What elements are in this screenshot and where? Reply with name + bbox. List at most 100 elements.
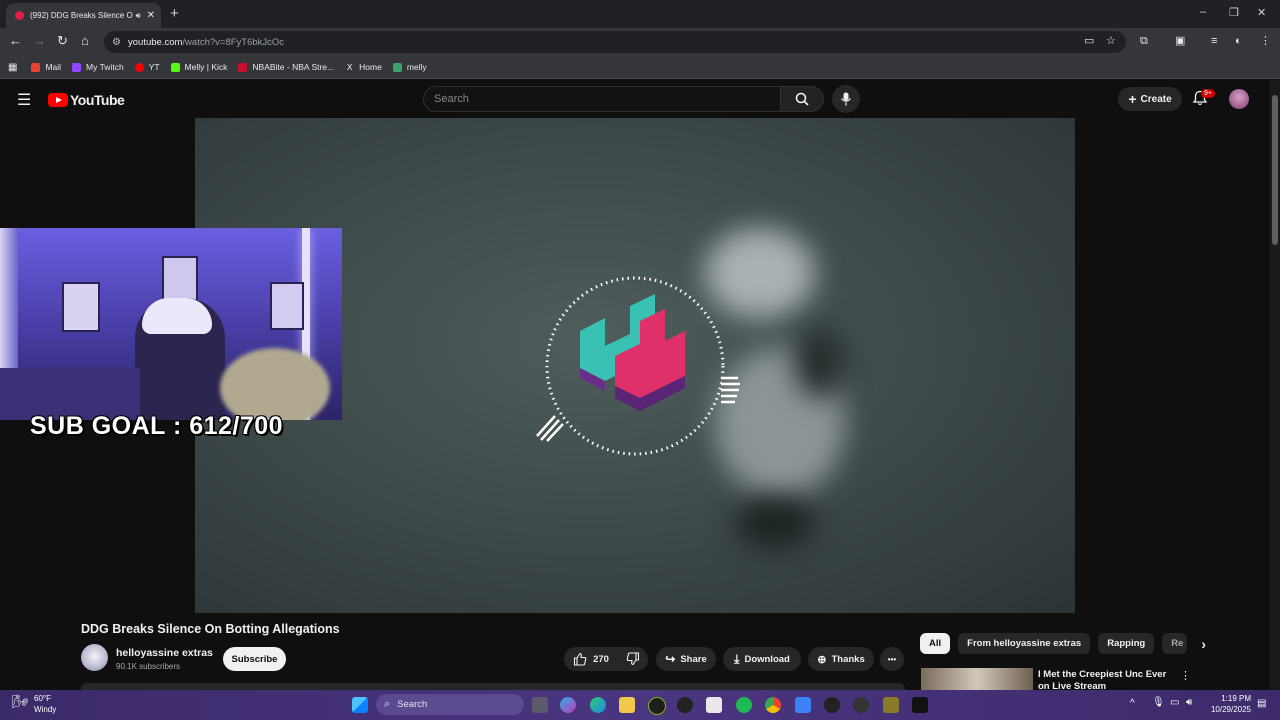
bookmark-label: YT: [148, 62, 160, 72]
chip-rapping[interactable]: Rapping: [1098, 633, 1155, 654]
game-app-icon[interactable]: [883, 697, 899, 713]
channel-avatar[interactable]: [81, 644, 108, 671]
edge-icon[interactable]: [590, 697, 606, 713]
chip-partial[interactable]: Re: [1162, 633, 1188, 654]
window-close-button[interactable]: ✕: [1257, 6, 1266, 19]
url-domain: youtube.com: [128, 36, 183, 48]
windows-start-icon[interactable]: [352, 697, 368, 713]
menu-kebab-icon[interactable]: ⋮: [1260, 34, 1271, 48]
bookmark-yt[interactable]: YT: [134, 62, 160, 72]
clock-time[interactable]: 1:19 PM: [1213, 694, 1251, 703]
back-arrow-icon[interactable]: ←: [9, 34, 22, 48]
tray-overflow-chevron-icon[interactable]: ^: [1130, 698, 1135, 709]
voice-search-button[interactable]: [832, 85, 860, 113]
bookmark-kick[interactable]: Melly | Kick: [170, 62, 227, 72]
recommended-video-thumbnail[interactable]: [921, 668, 1033, 690]
bookmark-home[interactable]: X Home: [345, 62, 382, 72]
terminal-app-icon[interactable]: [912, 697, 928, 713]
create-button[interactable]: + Create: [1118, 87, 1182, 111]
speaker-icon[interactable]: 🔊︎: [136, 11, 141, 21]
wall-poster: [162, 256, 198, 304]
copilot-icon[interactable]: [560, 697, 576, 713]
sidepanel-icon[interactable]: ▣: [1175, 34, 1185, 48]
mic-tray-icon[interactable]: 🎙︎: [1152, 697, 1165, 708]
youtube-logo[interactable]: YouTube: [48, 92, 125, 108]
account-avatar[interactable]: [1229, 89, 1249, 109]
search-button[interactable]: [780, 86, 824, 112]
scrollbar-thumb[interactable]: [1272, 95, 1278, 245]
thanks-label: Thanks: [831, 653, 865, 665]
sub-goal-overlay: SUB GOAL : 612/700: [30, 412, 284, 440]
download-label: Download: [744, 653, 790, 665]
spotify-icon[interactable]: [736, 697, 752, 713]
subscribe-button[interactable]: Subscribe: [223, 647, 286, 671]
xbox-icon[interactable]: [648, 697, 666, 715]
chevron-right-icon[interactable]: ›: [1201, 636, 1206, 652]
bookmark-nbabite[interactable]: NBABite - NBA Stre...: [238, 62, 334, 72]
channel-name[interactable]: helloyassine extras: [116, 647, 213, 659]
windows-taskbar: [0, 690, 1280, 720]
microsoft-store-icon[interactable]: [706, 697, 722, 713]
minimize-button[interactable]: –: [1200, 6, 1206, 18]
dislike-button[interactable]: [618, 647, 648, 671]
bookmark-label: Home: [359, 62, 382, 72]
chip-all[interactable]: All: [920, 633, 951, 654]
media-controls-icon[interactable]: ≡: [1211, 34, 1217, 48]
gmail-icon: [31, 62, 41, 72]
description-box[interactable]: [81, 683, 905, 690]
clock-date[interactable]: 10/29/2025: [1208, 705, 1251, 714]
site-info-icon[interactable]: ⚙: [112, 37, 122, 48]
webcam-overlay: [0, 228, 342, 420]
forward-arrow-icon[interactable]: →: [33, 34, 46, 48]
taskbar-search-box[interactable]: ⌕ Search: [376, 694, 524, 715]
bookmark-mail[interactable]: Mail: [31, 62, 61, 72]
weather-temperature[interactable]: 60°F: [34, 694, 51, 703]
share-label: Share: [680, 653, 707, 665]
notification-center-icon[interactable]: ▤: [1257, 698, 1266, 709]
file-explorer-icon[interactable]: [619, 697, 635, 713]
video-title: DDG Breaks Silence On Botting Allegation…: [81, 622, 340, 636]
apps-grid-icon[interactable]: ▦: [8, 62, 17, 73]
download-button[interactable]: ⤓ Download: [723, 647, 801, 671]
photos-icon[interactable]: [795, 697, 811, 713]
bookmark-label: melly: [406, 62, 427, 72]
like-button[interactable]: 270: [564, 647, 619, 671]
weather-wind-icon: 🌬︎: [12, 694, 29, 709]
weather-description[interactable]: Windy: [34, 705, 56, 714]
maximize-button[interactable]: ❐: [1229, 6, 1239, 19]
search-icon: ⌕: [384, 698, 391, 710]
reload-icon[interactable]: ↻: [57, 34, 68, 48]
chip-from-channel[interactable]: From helloyassine extras: [958, 633, 1091, 654]
rec-more-kebab-icon[interactable]: ⋮: [1180, 669, 1191, 682]
thanks-button[interactable]: ⊕ Thanks: [808, 647, 874, 671]
thanks-dollar-icon: ⊕: [817, 653, 827, 666]
task-view-icon[interactable]: [532, 697, 548, 713]
hamburger-menu-icon[interactable]: ☰: [17, 90, 31, 110]
tab-close-icon[interactable]: ✕: [147, 10, 155, 21]
search-icon: [795, 92, 809, 106]
cast-icon[interactable]: ▭: [1084, 34, 1094, 48]
taskbar-search-label: Search: [397, 699, 428, 710]
new-tab-button[interactable]: +: [170, 6, 179, 21]
bookmark-melly[interactable]: melly: [392, 62, 427, 72]
channel-subscriber-count: 90.1K subscribers: [116, 662, 181, 671]
obs-icon[interactable]: [824, 697, 840, 713]
search-input[interactable]: Search: [423, 86, 781, 112]
chrome-icon[interactable]: [765, 697, 781, 713]
volume-icon[interactable]: 🔊︎: [1186, 697, 1192, 708]
extensions-icon[interactable]: ⧉: [1140, 34, 1148, 48]
share-button[interactable]: ↪ Share: [656, 647, 716, 671]
more-actions-button[interactable]: •••: [880, 647, 904, 671]
bookmark-star-icon[interactable]: ☆: [1106, 34, 1116, 48]
network-icon[interactable]: ▭: [1170, 697, 1179, 708]
recommended-video-title[interactable]: I Met the Creepiest Unc Ever on Live Str…: [1038, 669, 1173, 690]
bookmark-label: My Twitch: [86, 62, 124, 72]
browser-tab[interactable]: (992) DDG Breaks Silence O 🔊︎ ✕: [6, 3, 161, 28]
bookmark-twitch[interactable]: My Twitch: [72, 62, 124, 72]
profile-icon[interactable]: ◐: [1235, 34, 1242, 48]
home-icon[interactable]: ⌂: [81, 34, 89, 48]
media-app-icon[interactable]: [853, 697, 869, 713]
github-icon[interactable]: [677, 697, 693, 713]
kick-icon: [170, 62, 180, 72]
address-bar[interactable]: ⚙ youtube.com/watch?v=8FyT6bkJcOc: [104, 31, 1126, 53]
